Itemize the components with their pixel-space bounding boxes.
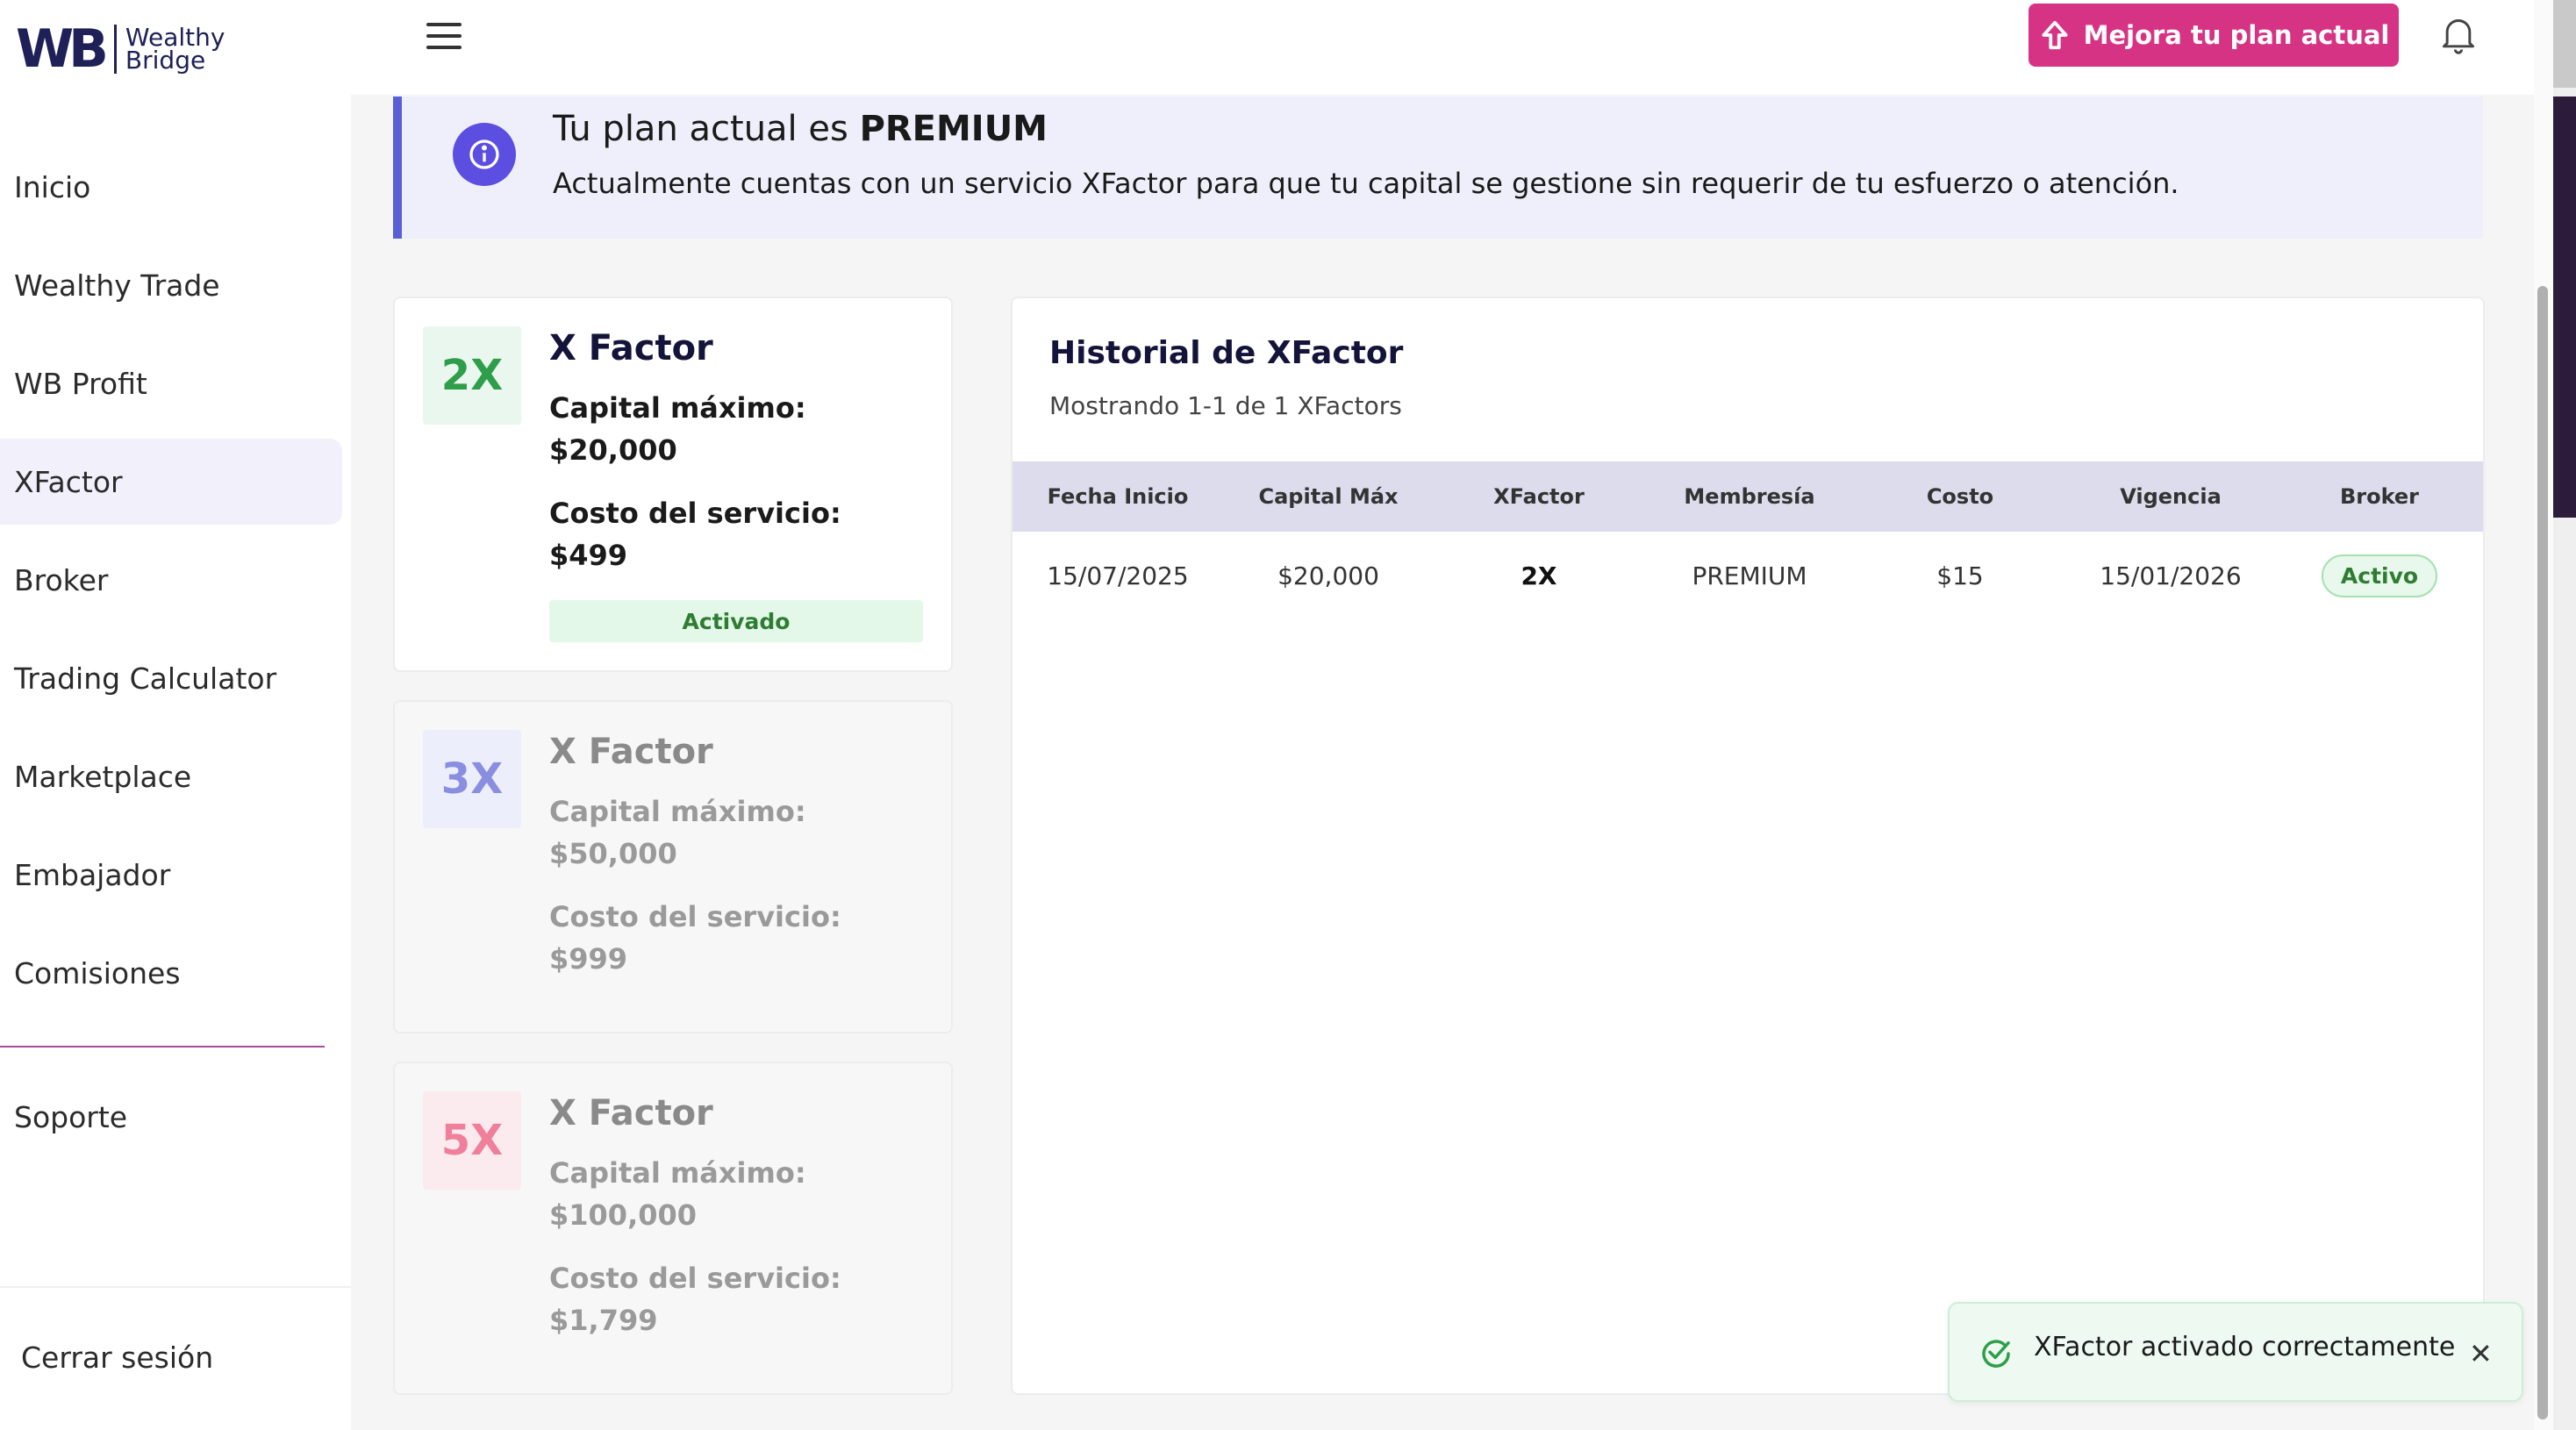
upgrade-plan-button[interactable]: Mejora tu plan actual: [2029, 4, 2399, 67]
history-subtitle: Mostrando 1-1 de 1 XFactors: [1049, 391, 1402, 420]
cost-value: $999: [549, 942, 628, 976]
column-header[interactable]: XFactor: [1434, 484, 1644, 509]
toast-message: XFactor activado correctamente: [2034, 1332, 2456, 1362]
xfactor-title: X Factor: [549, 732, 713, 772]
sidebar-item-trading-calculator[interactable]: Trading Calculator: [0, 635, 342, 721]
sidebar-item-embajador[interactable]: Embajador: [0, 832, 342, 918]
cell-capital: $20,000: [1277, 561, 1379, 590]
capital-value: $50,000: [549, 837, 677, 870]
topbar: Mejora tu plan actual: [351, 0, 2544, 95]
upload-icon: [2042, 20, 2068, 50]
bell-icon[interactable]: [2439, 14, 2478, 56]
xfactor-card-2x[interactable]: 2X X Factor Capital máximo: $20,000 Cost…: [393, 297, 953, 672]
menu-icon[interactable]: [426, 23, 462, 49]
cell-vigencia: 15/01/2026: [2100, 561, 2242, 590]
banner-text: Actualmente cuentas con un servicio XFac…: [553, 167, 2179, 200]
cost-label: Costo del servicio:: [549, 900, 841, 933]
xfactor-title: X Factor: [549, 1093, 713, 1133]
banner-plan: PREMIUM: [859, 109, 1048, 149]
table-header: Fecha Inicio Capital Máx XFactor Membres…: [1013, 461, 2483, 532]
cell-fecha-inicio: 15/07/2025: [1047, 561, 1189, 590]
sidebar-item-marketplace[interactable]: Marketplace: [0, 733, 342, 819]
cost-label: Costo del servicio:: [549, 497, 841, 530]
logo[interactable]: WB Wealthy Bridge: [16, 23, 225, 75]
xfactor-badge: 2X: [423, 326, 521, 425]
cell-costo: $15: [1936, 561, 1984, 590]
logout-button[interactable]: Cerrar sesión: [21, 1341, 213, 1375]
cell-xfactor: 2X: [1521, 561, 1557, 590]
window-edge-dark: [2553, 97, 2576, 518]
status-badge: Activado: [549, 600, 923, 642]
capital-label: Capital máximo:: [549, 391, 806, 425]
logo-line2: Bridge: [125, 46, 206, 75]
column-header[interactable]: Broker: [2276, 484, 2483, 509]
check-circle-icon: [1982, 1340, 2010, 1368]
success-toast: XFactor activado correctamente ✕: [1948, 1302, 2523, 1402]
logo-text: Wealthy Bridge: [125, 25, 225, 75]
xfactor-card-3x[interactable]: 3X X Factor Capital máximo: $50,000 Cost…: [393, 700, 953, 1033]
sidebar-nav: Inicio Wealthy Trade WB Profit XFactor B…: [0, 144, 351, 1028]
info-icon: [453, 123, 516, 186]
xfactor-history-panel: Historial de XFactor Mostrando 1-1 de 1 …: [1011, 297, 2485, 1395]
column-header[interactable]: Membresía: [1644, 484, 1855, 509]
logo-separator: [113, 25, 117, 74]
sidebar-item-xfactor[interactable]: XFactor: [0, 439, 342, 525]
bottom-divider: [0, 1286, 351, 1288]
sidebar-item-comisiones[interactable]: Comisiones: [0, 930, 342, 1016]
capital-value: $100,000: [549, 1198, 698, 1232]
close-icon[interactable]: ✕: [2469, 1337, 2493, 1370]
sidebar-item-wealthy-trade[interactable]: Wealthy Trade: [0, 242, 342, 328]
table-row[interactable]: 15/07/2025 $20,000 2X PREMIUM $15 15/01/…: [1013, 532, 2483, 619]
cost-label: Costo del servicio:: [549, 1262, 841, 1295]
sidebar-item-inicio[interactable]: Inicio: [0, 144, 342, 230]
column-header[interactable]: Fecha Inicio: [1013, 484, 1223, 509]
sidebar-item-soporte[interactable]: Soporte: [14, 1100, 127, 1134]
sidebar-item-wb-profit[interactable]: WB Profit: [0, 340, 342, 426]
scrollbar-thumb[interactable]: [2537, 286, 2548, 1419]
column-header[interactable]: Costo: [1855, 484, 2065, 509]
cell-membresia: PREMIUM: [1692, 561, 1807, 590]
nav-divider: [0, 1046, 325, 1047]
upgrade-plan-label: Mejora tu plan actual: [2083, 20, 2390, 50]
plan-banner: Tu plan actual es PREMIUM Actualmente cu…: [393, 97, 2483, 239]
capital-label: Capital máximo:: [549, 795, 806, 828]
column-header[interactable]: Vigencia: [2065, 484, 2276, 509]
banner-title: Tu plan actual es PREMIUM: [553, 109, 1048, 149]
xfactor-badge: 3X: [423, 730, 521, 828]
capital-label: Capital máximo:: [549, 1156, 806, 1190]
xfactor-title: X Factor: [549, 328, 713, 368]
sidebar-item-broker[interactable]: Broker: [0, 537, 342, 623]
sidebar: WB Wealthy Bridge Inicio Wealthy Trade W…: [0, 0, 351, 1430]
history-title: Historial de XFactor: [1049, 335, 1404, 371]
status-badge: Activo: [2321, 554, 2438, 597]
xfactor-card-5x[interactable]: 5X X Factor Capital máximo: $100,000 Cos…: [393, 1062, 953, 1395]
cost-value: $499: [549, 539, 628, 572]
xfactor-badge: 5X: [423, 1091, 521, 1190]
capital-value: $20,000: [549, 433, 677, 467]
cell-broker: Activo: [2276, 554, 2483, 597]
cost-value: $1,799: [549, 1304, 658, 1337]
window-edge-top: [2553, 0, 2576, 88]
logo-mark: WB: [16, 18, 109, 80]
column-header[interactable]: Capital Máx: [1223, 484, 1434, 509]
